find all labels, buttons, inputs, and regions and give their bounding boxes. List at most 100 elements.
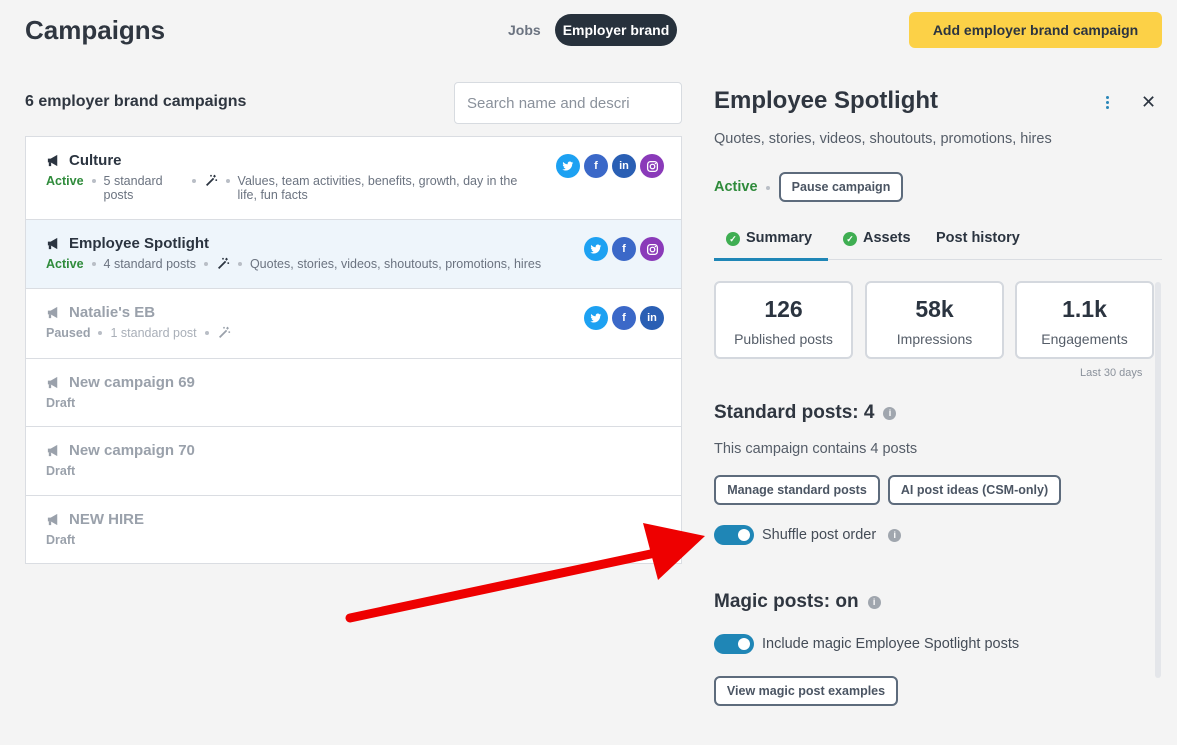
status-badge: Draft — [46, 464, 76, 478]
campaign-count: 6 employer brand campaigns — [25, 93, 247, 110]
stat-label: Engagements — [1041, 331, 1128, 347]
tab-employer-brand[interactable]: Employer brand — [554, 14, 678, 46]
magic-toggle-row: Include magic Employee Spotlight posts — [714, 634, 1019, 654]
campaign-meta: Paused 1 standard post — [46, 326, 661, 340]
separator-dot — [204, 331, 209, 335]
instagram-icon — [640, 237, 664, 261]
tab-jobs[interactable]: Jobs — [500, 14, 549, 46]
scrollbar[interactable] — [1155, 282, 1161, 678]
campaign-list: Culture Active 5 standard posts Values, … — [25, 136, 682, 564]
close-icon[interactable]: ✕ — [1141, 92, 1156, 113]
campaign-title: Natalie's EB — [69, 304, 156, 321]
linkedin-icon: in — [612, 154, 636, 178]
social-icons: f in — [556, 154, 664, 178]
ai-post-ideas-button[interactable]: AI post ideas (CSM-only) — [888, 475, 1061, 505]
social-icons: f in — [584, 306, 664, 330]
campaign-description: Values, team activities, benefits, growt… — [237, 174, 518, 202]
tab-post-history[interactable]: Post history — [936, 230, 1020, 260]
campaign-title: New campaign 69 — [69, 374, 195, 391]
stats-period: Last 30 days — [1080, 367, 1143, 379]
twitter-icon — [584, 237, 608, 261]
annotation-arrow — [345, 523, 705, 623]
megaphone-icon — [47, 376, 58, 389]
twitter-icon — [584, 306, 608, 330]
separator-dot — [203, 262, 208, 266]
status-badge: Draft — [46, 396, 76, 410]
view-magic-post-examples-button[interactable]: View magic post examples — [714, 676, 898, 706]
campaign-title: NEW HIRE — [69, 511, 144, 528]
section-heading-text: Standard posts: 4 — [714, 402, 875, 423]
magic-wand-icon — [218, 326, 230, 338]
campaign-item-employee-spotlight[interactable]: Employee Spotlight Active 4 standard pos… — [26, 220, 681, 289]
search-input[interactable] — [454, 82, 682, 124]
facebook-icon: f — [584, 154, 608, 178]
status-badge: Draft — [46, 533, 76, 547]
facebook-icon: f — [612, 237, 636, 261]
separator-dot — [191, 179, 196, 183]
separator-dot — [225, 179, 230, 183]
separator-dot — [91, 262, 96, 266]
campaign-meta: Active 4 standard posts Quotes, stories,… — [46, 257, 661, 271]
tab-assets[interactable]: ✓ Assets — [843, 230, 911, 260]
campaign-description: Quotes, stories, videos, shoutouts, prom… — [249, 257, 542, 271]
tab-label: Summary — [746, 230, 813, 246]
shuffle-toggle[interactable] — [714, 525, 754, 545]
campaign-item-culture[interactable]: Culture Active 5 standard posts Values, … — [26, 137, 681, 220]
tab-summary[interactable]: ✓ Summary — [714, 230, 828, 261]
pause-campaign-button[interactable]: Pause campaign — [779, 172, 903, 202]
separator-dot — [766, 186, 770, 190]
campaign-title-row: Natalie's EB — [46, 304, 661, 321]
campaign-title: New campaign 70 — [69, 442, 195, 459]
separator-dot — [91, 179, 96, 183]
magic-posts-toggle[interactable] — [714, 634, 754, 654]
magic-posts-heading: Magic posts: on i — [714, 591, 881, 613]
stat-value: 126 — [764, 296, 803, 322]
twitter-icon — [556, 154, 580, 178]
detail-status: Active — [714, 179, 758, 195]
detail-tabs: ✓ Summary ✓ Assets Post history — [714, 230, 1162, 261]
shuffle-label: Shuffle post order — [762, 527, 877, 543]
campaign-title: Employee Spotlight — [69, 235, 210, 252]
campaign-title-row: New campaign 70 — [46, 442, 661, 459]
stat-value: 1.1k — [1062, 296, 1107, 322]
separator-dot — [237, 262, 242, 266]
campaign-meta: Active 5 standard posts Values, team act… — [46, 174, 661, 202]
standard-posts-heading: Standard posts: 4 i — [714, 402, 897, 424]
detail-title: Employee Spotlight — [714, 87, 939, 114]
social-icons: f — [584, 237, 664, 261]
instagram-icon — [640, 154, 664, 178]
stat-value: 58k — [915, 296, 954, 322]
campaign-post-count: 5 standard posts — [103, 174, 163, 202]
campaign-item-natalies-eb[interactable]: Natalie's EB Paused 1 standard post f in — [26, 289, 681, 359]
megaphone-icon — [47, 444, 58, 457]
info-icon[interactable]: i — [867, 595, 881, 609]
campaign-title: Culture — [69, 152, 122, 169]
linkedin-icon: in — [640, 306, 664, 330]
megaphone-icon — [47, 306, 58, 319]
campaign-meta: Draft — [46, 396, 661, 410]
facebook-icon: f — [612, 306, 636, 330]
detail-description: Quotes, stories, videos, shoutouts, prom… — [714, 131, 1052, 147]
campaign-item-new-campaign-69[interactable]: New campaign 69 Draft — [26, 359, 681, 427]
campaign-title-row: Employee Spotlight — [46, 235, 661, 252]
standard-posts-text: This campaign contains 4 posts — [714, 441, 918, 457]
manage-standard-posts-button[interactable]: Manage standard posts — [714, 475, 880, 505]
info-icon[interactable]: i — [888, 528, 902, 542]
campaign-item-new-campaign-70[interactable]: New campaign 70 Draft — [26, 427, 681, 496]
magic-wand-icon — [217, 257, 230, 269]
status-badge: Active — [46, 257, 84, 271]
shuffle-row: Shuffle post order i — [714, 525, 902, 545]
tab-label: Post history — [936, 230, 1020, 246]
separator-dot — [98, 331, 103, 335]
top-tabs: Jobs Employer brand — [500, 14, 678, 46]
megaphone-icon — [47, 154, 58, 167]
page-title: Campaigns — [25, 15, 166, 45]
info-icon[interactable]: i — [883, 406, 897, 420]
add-employer-brand-campaign-button[interactable]: Add employer brand campaign — [909, 12, 1162, 48]
campaign-post-count: 1 standard post — [110, 326, 197, 340]
check-icon: ✓ — [843, 232, 857, 246]
campaign-title-row: New campaign 69 — [46, 374, 661, 391]
stat-label: Impressions — [896, 331, 973, 347]
more-options-icon[interactable] — [1100, 92, 1114, 112]
status-badge: Paused — [46, 326, 91, 340]
